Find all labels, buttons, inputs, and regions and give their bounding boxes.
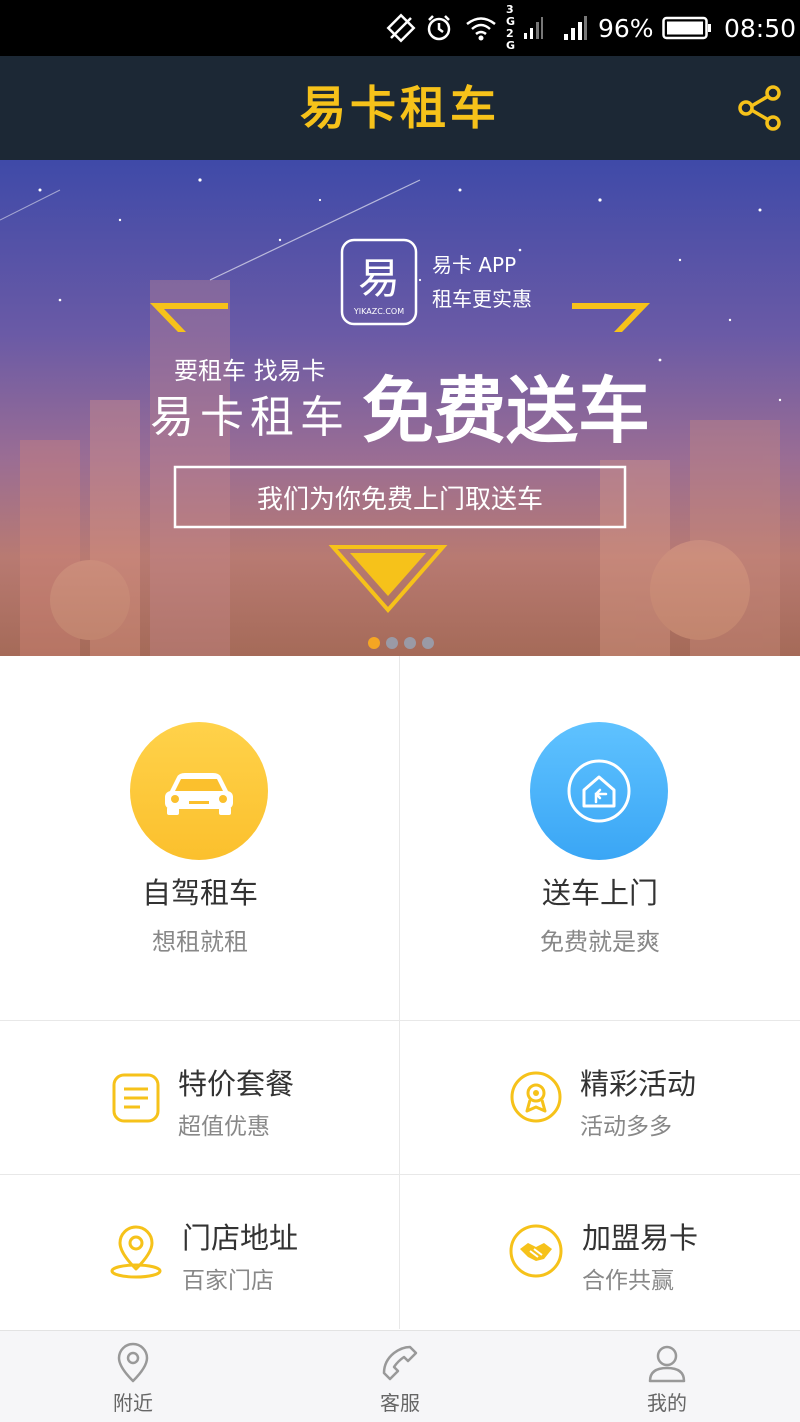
app-header: 易卡租车 xyxy=(0,56,800,160)
app-title: 易卡租车 xyxy=(300,81,500,135)
user-icon xyxy=(645,1341,689,1385)
stars-decoration xyxy=(38,178,782,402)
main-services: 自驾租车 想租就租 送车上门 免费就是爽 xyxy=(0,656,800,1021)
location-icon xyxy=(111,1341,155,1385)
tile-subtitle: 超值优惠 xyxy=(178,1114,270,1140)
banner-headline: 免费送车 xyxy=(362,369,650,453)
status-bar: 3G 2G 96% 08:50 xyxy=(0,0,800,56)
nav-label: 我的 xyxy=(647,1391,687,1415)
tile-subtitle: 合作共赢 xyxy=(582,1268,674,1294)
nav-item-service[interactable]: 客服 xyxy=(300,1331,500,1422)
bottom-nav: 附近 客服 我的 xyxy=(0,1330,800,1422)
badge-icon xyxy=(508,1069,564,1125)
note-list-icon xyxy=(108,1069,164,1125)
wifi-icon xyxy=(464,0,498,56)
tile-title: 送车上门 xyxy=(541,876,658,910)
banner-logo: 易 YIKAZC.COM xyxy=(340,238,418,326)
share-button[interactable] xyxy=(734,82,786,134)
share-icon xyxy=(738,85,781,131)
phone-icon xyxy=(378,1341,422,1385)
store-address-tile[interactable]: 门店地址 百家门店 xyxy=(0,1175,400,1329)
special-package-tile[interactable]: 特价套餐 超值优惠 xyxy=(0,1021,400,1175)
banner-slogan-small: 要租车 找易卡 xyxy=(174,357,326,385)
carousel-dot[interactable] xyxy=(386,637,398,649)
tile-title: 精彩活动 xyxy=(580,1067,697,1101)
nav-item-mine[interactable]: 我的 xyxy=(567,1331,767,1422)
home-return-icon xyxy=(530,722,668,860)
location-pin-icon xyxy=(108,1223,164,1279)
tile-title: 自驾租车 xyxy=(141,876,258,910)
svg-text:易: 易 xyxy=(358,254,400,303)
network-indicator: 3G 2G xyxy=(506,0,544,56)
alarm-icon xyxy=(424,0,454,56)
bracket-right-decoration xyxy=(572,303,650,332)
carousel-indicator xyxy=(368,637,434,649)
self-drive-tile[interactable]: 自驾租车 想租就租 xyxy=(0,656,400,1021)
signal-icon xyxy=(562,0,588,56)
services-row-1: 特价套餐 超值优惠 精彩活动 活动多多 xyxy=(0,1021,800,1175)
events-tile[interactable]: 精彩活动 活动多多 xyxy=(400,1021,800,1175)
clock: 08:50 xyxy=(724,13,797,43)
tile-subtitle: 想租就租 xyxy=(152,928,248,956)
nav-label: 附近 xyxy=(113,1391,153,1415)
tile-title: 加盟易卡 xyxy=(582,1221,699,1255)
svg-text:YIKAZC.COM: YIKAZC.COM xyxy=(353,307,404,316)
nav-label: 客服 xyxy=(380,1391,420,1415)
franchise-tile[interactable]: 加盟易卡 合作共赢 xyxy=(400,1175,800,1329)
nav-item-nearby[interactable]: 附近 xyxy=(33,1331,233,1422)
carousel-dot[interactable] xyxy=(422,637,434,649)
banner-box-text: 我们为你免费上门取送车 xyxy=(257,485,543,515)
promo-banner[interactable]: 易 YIKAZC.COM 易卡 APP 租车更实惠 要租车 找易卡 易卡租车 免… xyxy=(0,160,800,656)
tile-subtitle: 免费就是爽 xyxy=(540,928,660,956)
battery-percent: 96% xyxy=(598,13,654,43)
banner-brand: 易卡租车 xyxy=(150,392,350,443)
banner-app-line1: 易卡 APP xyxy=(432,253,516,277)
carousel-dot[interactable] xyxy=(404,637,416,649)
battery-icon xyxy=(662,0,712,56)
tile-subtitle: 活动多多 xyxy=(580,1114,672,1140)
delivery-tile[interactable]: 送车上门 免费就是爽 xyxy=(400,656,800,1021)
rotation-lock-icon xyxy=(386,0,416,56)
tile-title: 特价套餐 xyxy=(178,1067,295,1101)
services-row-2: 门店地址 百家门店 加盟易卡 合作共赢 xyxy=(0,1175,800,1330)
tile-subtitle: 百家门店 xyxy=(182,1268,274,1294)
banner-app-line2: 租车更实惠 xyxy=(432,287,532,311)
tile-title: 门店地址 xyxy=(182,1221,299,1255)
handshake-icon xyxy=(508,1223,564,1279)
carousel-dot[interactable] xyxy=(368,637,380,649)
signal-icon xyxy=(524,17,543,39)
car-icon xyxy=(130,722,268,860)
